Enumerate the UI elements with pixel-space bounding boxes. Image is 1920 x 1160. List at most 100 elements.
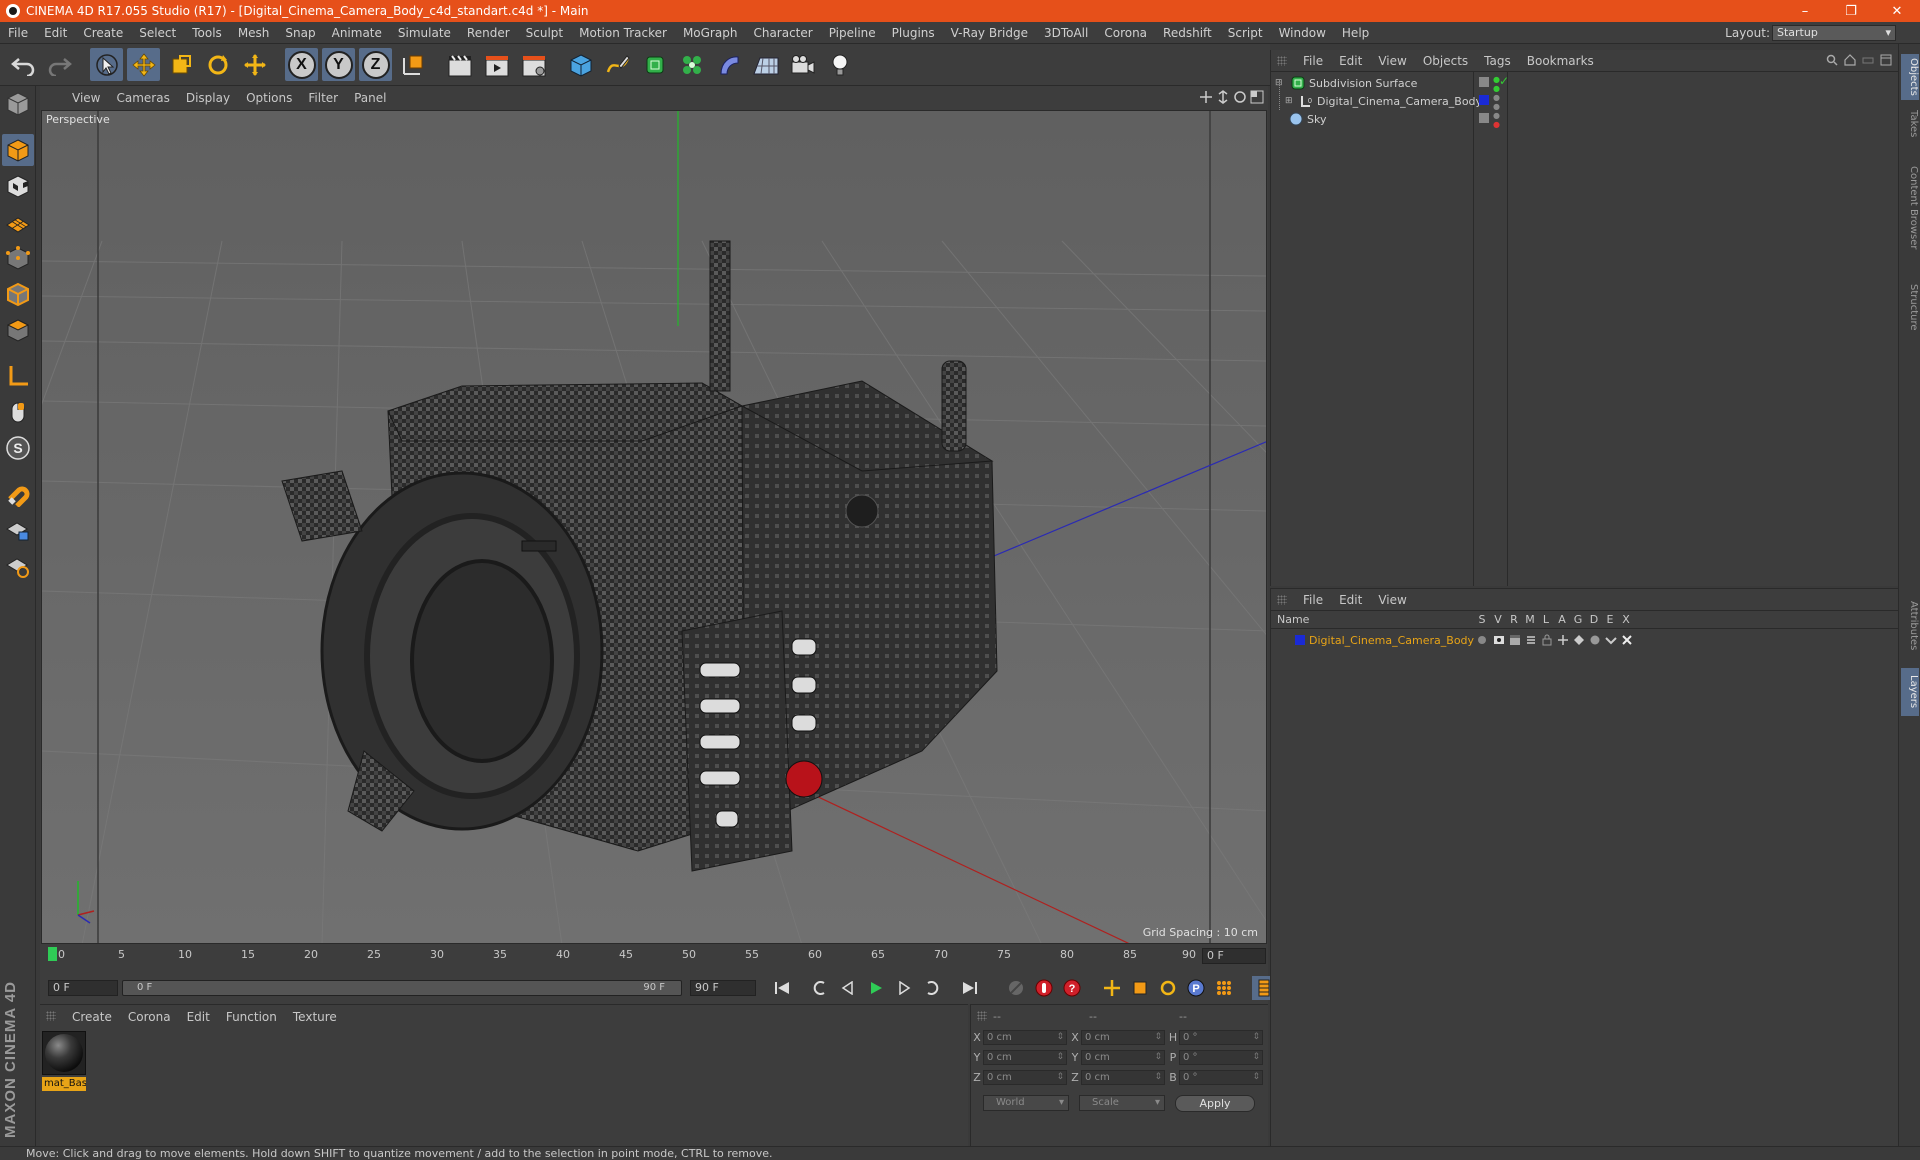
position-x-field[interactable]: 0 cm <box>983 1029 1067 1045</box>
z-axis-lock-button[interactable]: Z <box>359 48 392 81</box>
add-mograph-button[interactable] <box>675 48 708 81</box>
layers-menu-file[interactable]: File <box>1295 593 1331 607</box>
menu-select[interactable]: Select <box>131 26 184 40</box>
render-clapboard-icon[interactable] <box>1509 634 1521 646</box>
viewport-menu-panel[interactable]: Panel <box>346 91 394 105</box>
layer-col-expressions[interactable]: E <box>1603 613 1617 626</box>
recent-tool-button[interactable] <box>238 48 271 81</box>
toggle-panel-icon[interactable] <box>1250 90 1264 104</box>
tag-edit-icon[interactable] <box>1479 113 1489 123</box>
timeline-ruler[interactable]: 0 5 10 15 20 25 30 35 40 45 50 55 60 65 … <box>48 946 1198 968</box>
layer-col-name[interactable]: Name <box>1277 613 1337 626</box>
add-cube-button[interactable] <box>564 48 597 81</box>
viewport-menu-filter[interactable]: Filter <box>300 91 346 105</box>
next-frame-button[interactable] <box>892 976 916 1000</box>
layer-col-solo[interactable]: S <box>1475 613 1489 626</box>
layer-col-render[interactable]: R <box>1507 613 1521 626</box>
objects-menu-objects[interactable]: Objects <box>1415 54 1476 68</box>
go-to-start-button[interactable] <box>770 976 794 1000</box>
menu-animate[interactable]: Animate <box>324 26 390 40</box>
render-to-picture-viewer-button[interactable] <box>480 48 513 81</box>
pan-view-icon[interactable] <box>1199 90 1213 104</box>
layer-col-generators[interactable]: G <box>1571 613 1585 626</box>
menu-pipeline[interactable]: Pipeline <box>821 26 884 40</box>
menu-sculpt[interactable]: Sculpt <box>518 26 571 40</box>
menu-corona[interactable]: Corona <box>1096 26 1155 40</box>
material-name-label[interactable]: mat_Bas <box>42 1077 86 1091</box>
orbit-view-icon[interactable] <box>1233 90 1247 104</box>
objects-menu-file[interactable]: File <box>1295 54 1331 68</box>
render-settings-button[interactable] <box>517 48 550 81</box>
objects-menu-bookmarks[interactable]: Bookmarks <box>1519 54 1602 68</box>
viewport-menu-cameras[interactable]: Cameras <box>108 91 177 105</box>
panel-grip-icon[interactable] <box>46 1011 56 1021</box>
scale-tool-button[interactable] <box>164 48 197 81</box>
menu-script[interactable]: Script <box>1220 26 1271 40</box>
viewport-menu-view[interactable]: View <box>64 91 108 105</box>
material-thumbnail[interactable] <box>42 1031 86 1075</box>
size-y-field[interactable]: 0 cm <box>1081 1049 1165 1065</box>
record-active-objects-button[interactable] <box>1032 976 1056 1000</box>
expand-toggle-icon[interactable]: ⊞ <box>1285 96 1295 106</box>
tweak-mode-button[interactable] <box>2 396 34 428</box>
viewport-menu-options[interactable]: Options <box>238 91 300 105</box>
expression-icon[interactable] <box>1605 634 1617 646</box>
menu-motion-tracker[interactable]: Motion Tracker <box>571 26 675 40</box>
maximize-button[interactable]: ❐ <box>1828 0 1874 22</box>
expand-panel-icon[interactable] <box>1880 54 1892 66</box>
add-spline-button[interactable] <box>601 48 634 81</box>
menu-render[interactable]: Render <box>459 26 518 40</box>
objects-menu-edit[interactable]: Edit <box>1331 54 1370 68</box>
material-menu-function[interactable]: Function <box>218 1010 285 1024</box>
menu-help[interactable]: Help <box>1334 26 1377 40</box>
menu-mesh[interactable]: Mesh <box>230 26 278 40</box>
panel-grip-icon[interactable] <box>1277 56 1287 66</box>
manager-list-icon[interactable] <box>1525 634 1537 646</box>
layer-col-manager[interactable]: M <box>1523 613 1537 626</box>
panel-grip-icon[interactable] <box>1277 595 1287 605</box>
menu-create[interactable]: Create <box>75 26 131 40</box>
add-light-button[interactable] <box>823 48 856 81</box>
axis-mode-button[interactable] <box>2 360 34 392</box>
coordinate-system-button[interactable] <box>396 48 429 81</box>
generator-icon[interactable] <box>1573 634 1585 646</box>
tab-takes[interactable]: Takes <box>1901 104 1919 144</box>
menu-snap[interactable]: Snap <box>277 26 323 40</box>
next-key-button[interactable] <box>920 976 944 1000</box>
menu-3dtoall[interactable]: 3DToAll <box>1036 26 1096 40</box>
y-axis-lock-button[interactable]: Y <box>322 48 355 81</box>
material-menu-create[interactable]: Create <box>64 1010 120 1024</box>
dolly-view-icon[interactable] <box>1216 90 1230 104</box>
layer-col-locked[interactable]: L <box>1539 613 1553 626</box>
key-rotation-button[interactable] <box>1156 976 1180 1000</box>
minimize-panel-icon[interactable] <box>1862 54 1874 66</box>
menu-tools[interactable]: Tools <box>184 26 230 40</box>
layer-col-animation[interactable]: A <box>1555 613 1569 626</box>
rotation-p-field[interactable]: 0 ° <box>1179 1049 1263 1065</box>
layers-menu-view[interactable]: View <box>1370 593 1414 607</box>
material-menu-edit[interactable]: Edit <box>179 1010 218 1024</box>
apply-button[interactable]: Apply <box>1175 1094 1255 1112</box>
workplane-mode-button[interactable] <box>2 206 34 238</box>
key-position-button[interactable] <box>1100 976 1124 1000</box>
tab-layers[interactable]: Layers <box>1901 668 1919 716</box>
key-scale-button[interactable] <box>1128 976 1152 1000</box>
solo-toggle-icon[interactable] <box>1478 636 1486 644</box>
add-nurbs-button[interactable] <box>638 48 671 81</box>
previous-frame-button[interactable] <box>836 976 860 1000</box>
lock-icon[interactable] <box>1541 634 1553 646</box>
key-pla-button[interactable] <box>1212 976 1236 1000</box>
planar-workplane-button[interactable] <box>2 550 34 582</box>
material-menu-texture[interactable]: Texture <box>285 1010 345 1024</box>
previous-key-button[interactable] <box>808 976 832 1000</box>
tag-edit-icon[interactable] <box>1479 77 1489 87</box>
menu-vray-bridge[interactable]: V-Ray Bridge <box>943 26 1036 40</box>
minimize-button[interactable]: – <box>1782 0 1828 22</box>
layer-color-swatch[interactable] <box>1295 635 1305 645</box>
deformer-icon[interactable] <box>1589 634 1601 646</box>
tab-content-browser[interactable]: Content Browser <box>1901 148 1919 268</box>
enable-snap-button[interactable] <box>2 478 34 510</box>
perspective-viewport[interactable]: Perspective Grid Spacing : 10 cm <box>41 110 1267 944</box>
playhead-marker[interactable] <box>48 947 57 961</box>
add-deformer-button[interactable] <box>712 48 745 81</box>
